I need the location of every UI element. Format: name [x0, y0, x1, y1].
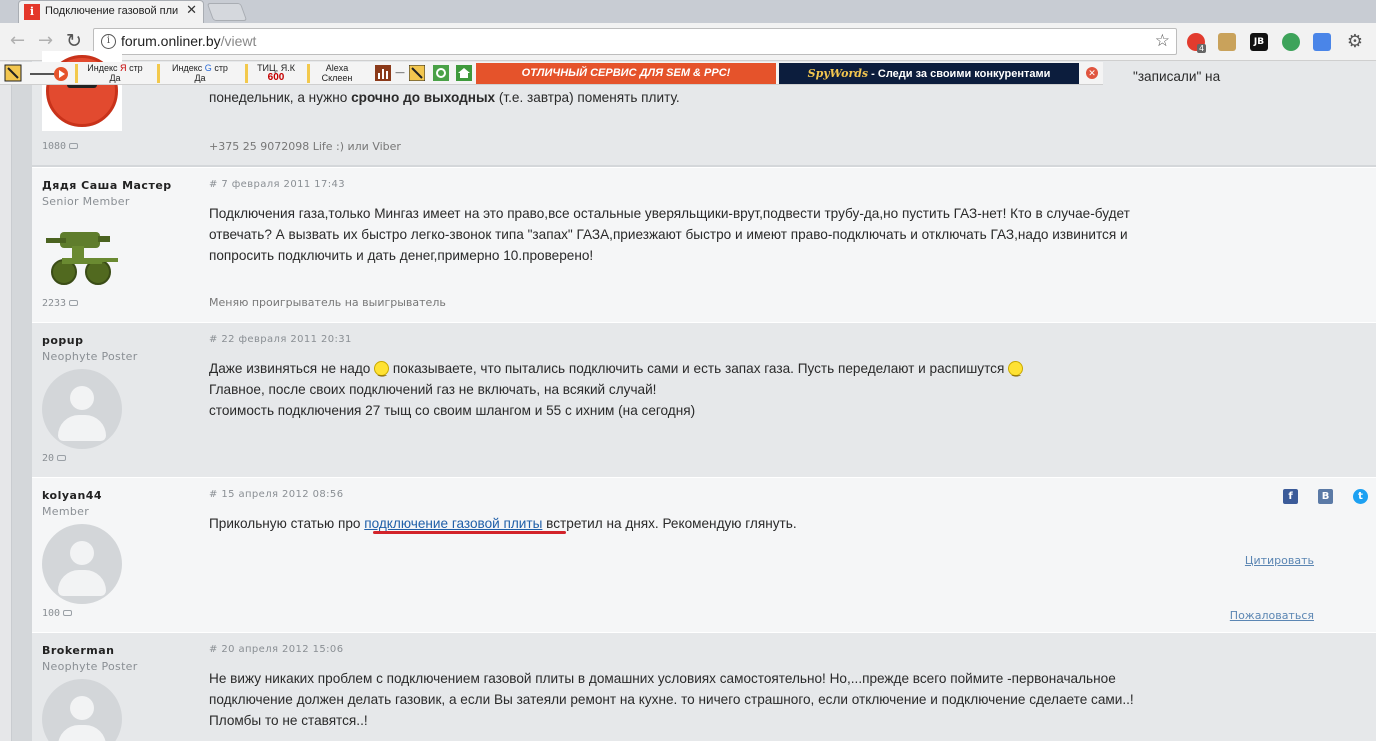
author-role: Senior Member: [42, 195, 130, 208]
site-info-icon[interactable]: i: [101, 34, 116, 49]
forum-post: popup Neophyte Poster 20 # 22 февраля 20…: [32, 322, 1376, 477]
post-signature: +375 25 9072098 Life :) или Viber: [209, 140, 401, 153]
forward-arrow-icon[interactable]: →: [38, 32, 53, 50]
seo-close-icon[interactable]: ✕: [1086, 67, 1098, 79]
seo-alexa-rank[interactable]: Alexa Склеен: [313, 63, 361, 84]
comment-bubble-icon: [63, 610, 73, 616]
tab-strip: i Подключение газовой пли ✕: [0, 0, 1376, 23]
seo-yandex-index[interactable]: Индекс Я стр Да: [80, 63, 150, 84]
author-post-count: 100: [42, 608, 73, 619]
comment-bubble-icon: [69, 300, 79, 306]
translate-extension-icon[interactable]: [1313, 33, 1331, 51]
post-date[interactable]: # 22 февраля 2011 20:31: [209, 334, 352, 345]
author-role: Member: [42, 505, 90, 518]
twitter-share-icon[interactable]: t: [1353, 489, 1368, 504]
forum-post: Brokerman Neophyte Poster # 20 апреля 20…: [32, 632, 1376, 741]
seo-recycle-icon[interactable]: [433, 65, 449, 86]
author-post-count: 20: [42, 453, 67, 464]
post-date[interactable]: # 20 апреля 2012 15:06: [209, 644, 343, 655]
author-name[interactable]: popup: [42, 334, 84, 347]
seo-google-index[interactable]: Индекс G стр Да: [162, 63, 238, 84]
report-link[interactable]: Пожаловаться: [1230, 609, 1314, 622]
post-text: Подключения газа,только Мингаз имеет на …: [209, 206, 1130, 263]
seo-pen-icon[interactable]: [3, 64, 23, 85]
post-text: Даже извиняться не надо показываете, что…: [209, 358, 1219, 421]
smiley-icon: [1008, 361, 1024, 382]
author-name[interactable]: Дядя Саша Мастер: [42, 179, 172, 192]
avatar: [42, 220, 122, 300]
url-path: /viewt: [220, 33, 257, 49]
smiley-icon: [374, 361, 390, 382]
seo-dash-icon: —: [395, 67, 405, 77]
forum-page: 1080 "записали" на понедельник, а нужно …: [0, 51, 1376, 741]
red-underline-annotation: [373, 531, 566, 534]
seo-home-icon[interactable]: [456, 65, 472, 86]
sem-ppc-banner[interactable]: ОТЛИЧНЫЙ СЕРВИС ДЛЯ SEM & PPC!: [476, 63, 776, 84]
seo-chart-icon[interactable]: [375, 65, 391, 86]
post-date[interactable]: # 7 февраля 2011 17:43: [209, 179, 345, 190]
bookmark-star-icon[interactable]: ☆: [1155, 31, 1170, 51]
url-domain: forum.onliner.by: [121, 33, 221, 49]
post-text: Прикольную статью про подключение газово…: [209, 516, 797, 531]
reload-icon[interactable]: ↻: [66, 32, 82, 51]
extension-badge: 4: [1197, 44, 1207, 53]
page-left-gutter: [0, 61, 12, 741]
seo-slider-icon[interactable]: [28, 66, 72, 87]
seo-separator: [307, 64, 310, 83]
post-signature: Меняю проигрыватель на выигрыватель: [209, 296, 446, 309]
seo-pen-small-icon[interactable]: [408, 64, 426, 86]
seo-toolbar: Индекс Я стр Да Индекс G стр Да ТИЦ, Я.К 60…: [0, 62, 1103, 85]
browser-tab-active[interactable]: i Подключение газовой пли ✕: [18, 0, 204, 23]
post-text: Не вижу никаких проблем с подключением г…: [209, 671, 1134, 728]
browser-toolbar: ← → ↻ i forum.onliner.by/viewt ☆ 4 JB ⚙: [0, 23, 1376, 61]
default-avatar-icon: [42, 524, 122, 604]
comment-bubble-icon: [69, 143, 79, 149]
default-avatar-icon: [42, 369, 122, 449]
post-text: понедельник, а нужно срочно до выходных …: [209, 90, 680, 105]
author-post-count: 2233: [42, 298, 79, 309]
onliner-favicon-icon: i: [24, 4, 40, 20]
comment-bubble-icon: [57, 455, 67, 461]
seo-tic-value[interactable]: ТИЦ, Я.К 600: [250, 63, 302, 84]
jb-extension-icon[interactable]: JB: [1250, 33, 1268, 51]
article-link[interactable]: подключение газовой плиты: [364, 516, 542, 531]
address-bar[interactable]: i forum.onliner.by/viewt ☆: [93, 28, 1177, 55]
author-role: Neophyte Poster: [42, 660, 138, 673]
box-extension-icon[interactable]: [1218, 33, 1236, 51]
spywords-banner[interactable]: SpyWords - Следи за своими конкурентами: [779, 63, 1079, 84]
author-name[interactable]: kolyan44: [42, 489, 102, 502]
quote-link[interactable]: Цитировать: [1245, 554, 1314, 567]
seo-separator: [245, 64, 248, 83]
forum-post: Дядя Саша Мастер Senior Member 2233 # 7 …: [32, 167, 1376, 322]
seo-separator: [157, 64, 160, 83]
back-arrow-icon[interactable]: ←: [10, 32, 25, 50]
author-role: Neophyte Poster: [42, 350, 138, 363]
author-name[interactable]: Brokerman: [42, 644, 115, 657]
post-date[interactable]: # 15 апреля 2012 08:56: [209, 489, 343, 500]
seo-separator: [75, 64, 78, 83]
settings-gear-icon[interactable]: ⚙: [1346, 33, 1364, 51]
tab-close-icon[interactable]: ✕: [186, 3, 197, 18]
facebook-share-icon[interactable]: f: [1283, 489, 1298, 504]
new-tab-button[interactable]: [206, 3, 248, 21]
post-text-overflow: "записали" на: [1133, 69, 1221, 84]
gauge-extension-icon[interactable]: [1282, 33, 1300, 51]
browser-window: i Подключение газовой пли ✕ ← → ↻ i foru…: [0, 0, 1376, 741]
vk-share-icon[interactable]: B: [1318, 489, 1333, 504]
maxim-gun-avatar-icon: [46, 232, 118, 285]
tab-title: Подключение газовой пли: [45, 5, 179, 17]
address-url[interactable]: forum.onliner.by/viewt: [121, 33, 256, 49]
author-post-count: 1080: [42, 141, 79, 152]
forum-post: kolyan44 Member 100 # 15 апреля 2012 08:…: [32, 477, 1376, 632]
default-avatar-icon: [42, 679, 122, 741]
